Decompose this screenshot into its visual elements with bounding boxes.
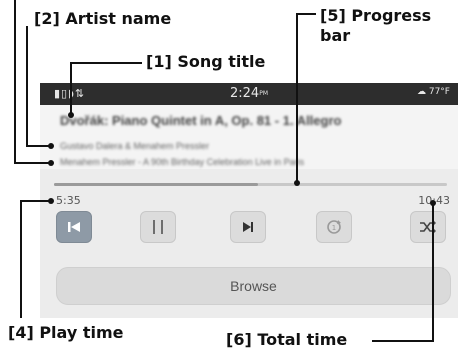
- next-icon: [243, 222, 253, 232]
- track-info: Dvořák: Piano Quintet in A, Op. 81 - 1. …: [40, 105, 458, 169]
- leader-artist-horizontal: [26, 145, 50, 147]
- leader-playtime-horizontal: [20, 200, 50, 202]
- repeat-button[interactable]: 1: [316, 211, 352, 243]
- callout-total-time: [6] Total time: [226, 330, 348, 349]
- callout-song-title: [1] Song title: [146, 52, 266, 71]
- leader-album-dot: [48, 160, 54, 166]
- pause-button[interactable]: [140, 211, 176, 243]
- leader-progress-horizontal: [296, 13, 316, 15]
- leader-artist-vertical-outer: [14, 0, 16, 164]
- leader-title-vertical: [70, 62, 72, 116]
- status-bar: ▮▯◗⇅ 2:24PM ☁ 77°F: [40, 83, 458, 105]
- leader-artist-vertical-inner: [26, 26, 28, 146]
- shuffle-button[interactable]: [410, 211, 446, 243]
- leader-totaltime-dot: [430, 200, 436, 206]
- callout-play-time: [4] Play time: [8, 323, 124, 342]
- leader-totaltime-vertical: [432, 204, 434, 342]
- previous-button[interactable]: [56, 211, 92, 243]
- leader-title-dot: [68, 112, 74, 118]
- leader-progress-dot: [294, 180, 300, 186]
- next-button[interactable]: [230, 211, 266, 243]
- clock: 2:24PM: [230, 86, 268, 101]
- leader-totaltime-horizontal: [372, 340, 434, 342]
- leader-artist-dot: [48, 143, 54, 149]
- leader-playtime-dot: [48, 198, 54, 204]
- shuffle-icon: [420, 220, 436, 234]
- callout-artist-name: [2] Artist name: [34, 9, 172, 28]
- player-screen: ▮▯◗⇅ 2:24PM ☁ 77°F Dvořák: Piano Quintet…: [40, 83, 458, 318]
- browse-button[interactable]: Browse: [56, 267, 451, 305]
- play-time: 5:35: [56, 194, 81, 207]
- artist-name: Gustavo Dalera & Menahem Pressler: [60, 141, 210, 151]
- progress-fill: [54, 183, 258, 186]
- song-title: Dvořák: Piano Quintet in A, Op. 81 - 1. …: [60, 113, 342, 128]
- leader-title-horizontal: [70, 62, 142, 64]
- svg-text:1: 1: [332, 224, 336, 232]
- leader-playtime-vertical: [20, 200, 22, 318]
- pause-icon: [153, 220, 163, 234]
- weather-readout: ☁ 77°F: [416, 87, 450, 97]
- repeat-icon: 1: [327, 220, 341, 234]
- previous-icon: [68, 222, 80, 232]
- progress-bar[interactable]: [54, 183, 447, 186]
- weather-icon: ☁: [416, 87, 426, 97]
- leader-progress-vertical: [296, 13, 298, 183]
- leader-album-horizontal: [14, 162, 50, 164]
- album-name: Menahem Pressler - A 90th Birthday Celeb…: [60, 157, 305, 167]
- callout-progress-bar: [5] Progress bar: [320, 6, 432, 45]
